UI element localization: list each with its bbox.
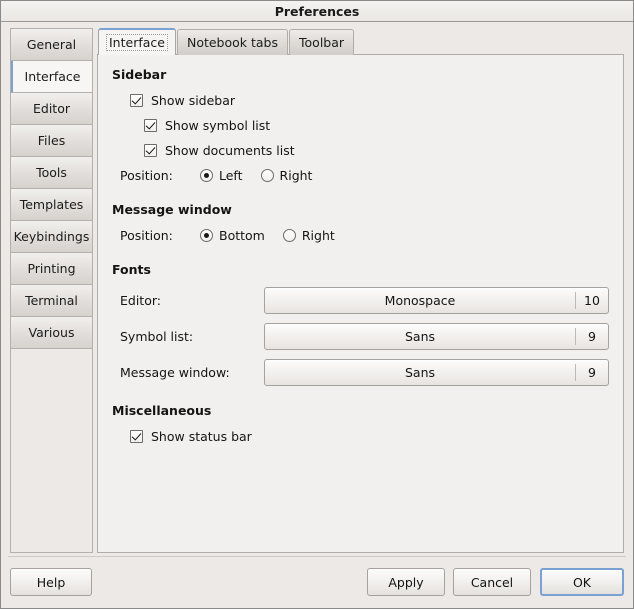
font-row-message-window: Message window: Sans 9 — [112, 355, 609, 389]
show-symbol-list-row[interactable]: Show symbol list — [112, 113, 609, 138]
tab-interface[interactable]: Interface — [98, 28, 176, 55]
fonts-group-title: Fonts — [112, 262, 151, 277]
category-list: General Interface Editor Files Tools Tem… — [10, 28, 93, 553]
help-button-label: Help — [36, 574, 66, 590]
sidebar-item-label: Various — [28, 325, 75, 340]
message-window-group-title: Message window — [112, 202, 232, 217]
sidebar-position-right-label: Right — [279, 168, 313, 183]
show-status-bar-label: Show status bar — [151, 429, 252, 444]
font-message-window-button[interactable]: Sans 9 — [264, 358, 609, 386]
tab-label: Notebook tabs — [186, 35, 279, 50]
help-button[interactable]: Help — [10, 568, 92, 596]
sidebar-item-files[interactable]: Files — [11, 125, 92, 157]
apply-button-label: Apply — [388, 574, 424, 590]
sidebar-item-label: Printing — [27, 261, 76, 276]
sidebar-item-interface[interactable]: Interface — [11, 61, 92, 93]
font-message-window-name: Sans — [404, 364, 436, 380]
sidebar-item-label: Keybindings — [13, 229, 90, 244]
ok-button[interactable]: OK — [540, 568, 624, 596]
miscellaneous-group-title: Miscellaneous — [112, 403, 212, 418]
sidebar-item-label: Interface — [24, 69, 81, 84]
settings-notebook: Interface Notebook tabs Toolbar Sidebar — [97, 28, 624, 553]
font-message-window-size: 9 — [588, 364, 596, 380]
sidebar-position-right-radio[interactable] — [260, 169, 274, 182]
show-status-bar-row[interactable]: Show status bar — [112, 424, 609, 449]
sidebar-item-general[interactable]: General — [11, 29, 92, 61]
font-symbol-list-label: Symbol list: — [120, 328, 194, 344]
tab-strip: Interface Notebook tabs Toolbar — [97, 28, 624, 55]
sidebar-group: Sidebar Show sidebar Show symbol list Sh… — [112, 67, 609, 188]
message-window-group: Message window Position: Bottom Right — [112, 202, 609, 248]
sidebar-item-terminal[interactable]: Terminal — [11, 285, 92, 317]
message-window-position-row: Position: Bottom Right — [112, 223, 609, 248]
sidebar-item-label: Templates — [19, 197, 84, 212]
sidebar-item-various[interactable]: Various — [11, 317, 92, 349]
message-window-position-bottom-option[interactable]: Bottom — [200, 228, 265, 243]
show-symbol-list-checkbox[interactable] — [144, 119, 157, 132]
message-window-position-right-radio[interactable] — [282, 229, 296, 242]
sidebar-item-label: Editor — [33, 101, 70, 116]
message-window-position-right-label: Right — [301, 228, 335, 243]
window-title: Preferences — [274, 3, 360, 19]
sidebar-position-left-option[interactable]: Left — [200, 168, 243, 183]
sidebar-item-label: General — [26, 37, 77, 52]
sidebar-position-row: Position: Left Right — [112, 163, 609, 188]
sidebar-item-label: Tools — [36, 165, 67, 180]
sidebar-item-label: Terminal — [25, 293, 78, 308]
sidebar-item-keybindings[interactable]: Keybindings — [11, 221, 92, 253]
fonts-group: Fonts Editor: Monospace 10 Symbol list: — [112, 262, 609, 389]
show-sidebar-checkbox[interactable] — [130, 94, 143, 107]
show-documents-list-label: Show documents list — [165, 143, 295, 158]
dialog-body: General Interface Editor Files Tools Tem… — [1, 23, 633, 608]
sidebar-item-label: Files — [37, 133, 66, 148]
tab-page-interface: Sidebar Show sidebar Show symbol list Sh… — [97, 54, 624, 553]
sidebar-item-templates[interactable]: Templates — [11, 189, 92, 221]
message-window-position-bottom-label: Bottom — [219, 228, 265, 243]
sidebar-position-label: Position: — [120, 168, 173, 183]
show-status-bar-checkbox[interactable] — [130, 430, 143, 443]
sidebar-group-title: Sidebar — [112, 67, 167, 82]
show-documents-list-checkbox[interactable] — [144, 144, 157, 157]
show-sidebar-label: Show sidebar — [151, 93, 236, 108]
miscellaneous-group: Miscellaneous Show status bar — [112, 403, 609, 449]
sidebar-item-tools[interactable]: Tools — [11, 157, 92, 189]
interface-settings: Sidebar Show sidebar Show symbol list Sh… — [98, 55, 623, 449]
font-row-editor: Editor: Monospace 10 — [112, 283, 609, 317]
message-window-position-label: Position: — [120, 228, 173, 243]
font-symbol-list-size: 9 — [588, 328, 596, 344]
ok-button-label: OK — [572, 574, 592, 590]
font-editor-name: Monospace — [384, 292, 456, 308]
font-message-window-label: Message window: — [120, 364, 230, 380]
show-sidebar-row[interactable]: Show sidebar — [112, 88, 609, 113]
sidebar-item-editor[interactable]: Editor — [11, 93, 92, 125]
font-editor-size: 10 — [584, 292, 600, 308]
preferences-dialog: Preferences General Interface Editor Fil… — [0, 0, 634, 609]
tab-label: Interface — [106, 34, 168, 51]
dialog-action-bar: Help Apply Cancel OK — [1, 556, 633, 608]
tab-label: Toolbar — [299, 35, 345, 50]
action-bar-separator — [8, 556, 626, 557]
sidebar-item-printing[interactable]: Printing — [11, 253, 92, 285]
font-symbol-list-button[interactable]: Sans 9 — [264, 322, 609, 350]
font-row-symbol-list: Symbol list: Sans 9 — [112, 319, 609, 353]
show-symbol-list-label: Show symbol list — [165, 118, 271, 133]
sidebar-position-right-option[interactable]: Right — [260, 168, 313, 183]
sidebar-position-left-label: Left — [219, 168, 243, 183]
font-editor-label: Editor: — [120, 292, 161, 308]
show-documents-list-row[interactable]: Show documents list — [112, 138, 609, 163]
cancel-button[interactable]: Cancel — [453, 568, 531, 596]
font-symbol-list-name: Sans — [404, 328, 436, 344]
title-bar: Preferences — [1, 1, 633, 22]
message-window-position-bottom-radio[interactable] — [200, 229, 213, 242]
sidebar-position-left-radio[interactable] — [200, 169, 213, 182]
tab-notebook-tabs[interactable]: Notebook tabs — [176, 29, 289, 55]
apply-button[interactable]: Apply — [367, 568, 445, 596]
font-editor-button[interactable]: Monospace 10 — [264, 286, 609, 314]
cancel-button-label: Cancel — [470, 574, 514, 590]
tab-toolbar[interactable]: Toolbar — [289, 29, 355, 55]
message-window-position-right-option[interactable]: Right — [282, 228, 335, 243]
